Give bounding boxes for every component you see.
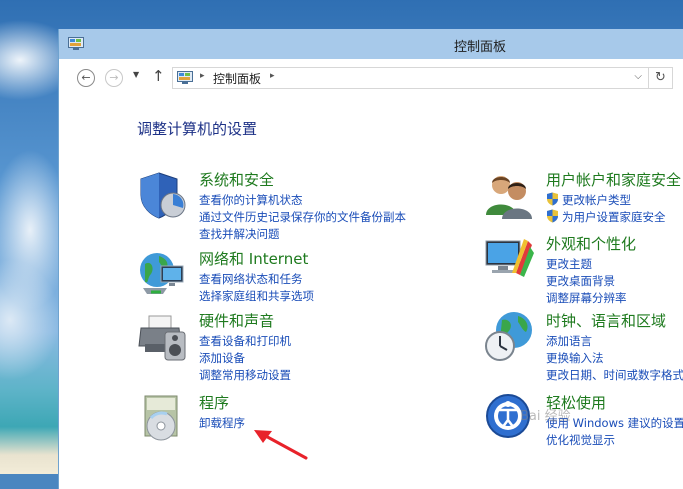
window-title: 控制面板 <box>454 40 507 55</box>
printer-speaker-icon <box>138 315 186 361</box>
link-file-history-backup[interactable]: 通过文件历史记录保存你的文件备份副本 <box>199 209 406 226</box>
back-button[interactable]: ← <box>77 69 95 87</box>
category-title[interactable]: 用户帐户和家庭安全 <box>546 169 681 190</box>
link-screen-resolution[interactable]: 调整屏幕分辨率 <box>546 290 627 307</box>
uac-shield-icon <box>547 192 558 206</box>
link-mobility-settings[interactable]: 调整常用移动设置 <box>199 367 291 384</box>
control-panel-icon <box>177 71 193 84</box>
refresh-button[interactable]: ↻ <box>649 67 673 89</box>
link-label[interactable]: 为用户设置家庭安全 <box>562 210 666 224</box>
link-date-time-format[interactable]: 更改日期、时间或数字格式 <box>546 367 683 384</box>
address-dropdown-icon[interactable]: ⌵ <box>634 71 642 82</box>
system-security-icon <box>140 172 186 219</box>
up-button[interactable]: ↑ <box>152 67 165 85</box>
link-family-safety[interactable]: 为用户设置家庭安全 <box>546 209 666 226</box>
content-area: 调整计算机的设置 系统和安全 查看你的计算机状态 通过文件历史记录保存你的文件备… <box>59 95 683 489</box>
recent-locations-button[interactable]: ▼ <box>133 70 139 79</box>
category-title[interactable]: 网络和 Internet <box>199 248 308 269</box>
programs-disc-icon <box>144 395 178 441</box>
users-icon <box>486 176 532 219</box>
breadcrumb-control-panel[interactable]: 控制面板 <box>213 70 261 87</box>
link-change-theme[interactable]: 更改主题 <box>546 256 627 273</box>
control-panel-window: 控制面板 ← → ▼ ↑ ▸ 控制面板 ▸ ⌵ ↻ 调整计算机的设置 系统和安全… <box>58 29 683 489</box>
clock-globe-icon <box>485 312 532 361</box>
page-title: 调整计算机的设置 <box>137 120 258 138</box>
category-title[interactable]: 时钟、语言和区域 <box>546 310 666 331</box>
category-title[interactable]: 系统和安全 <box>199 169 274 190</box>
address-bar[interactable]: ▸ 控制面板 ▸ ⌵ <box>172 67 649 89</box>
link-change-account-type[interactable]: 更改帐户类型 <box>546 192 666 209</box>
link-homegroup-sharing[interactable]: 选择家庭组和共享选项 <box>199 288 314 305</box>
link-change-input-method[interactable]: 更换输入法 <box>546 350 683 367</box>
link-devices-printers[interactable]: 查看设备和打印机 <box>199 333 291 350</box>
link-view-computer-status[interactable]: 查看你的计算机状态 <box>199 192 406 209</box>
forward-button[interactable]: → <box>105 69 123 87</box>
breadcrumb-separator-icon[interactable]: ▸ <box>270 71 275 81</box>
uac-shield-icon <box>547 209 558 223</box>
network-globe-icon <box>140 253 184 294</box>
breadcrumb-separator-icon[interactable]: ▸ <box>200 71 205 81</box>
link-desktop-background[interactable]: 更改桌面背景 <box>546 273 627 290</box>
control-panel-icon <box>68 37 84 50</box>
link-uninstall-program[interactable]: 卸载程序 <box>199 415 245 432</box>
link-network-status[interactable]: 查看网络状态和任务 <box>199 271 314 288</box>
link-add-language[interactable]: 添加语言 <box>546 333 683 350</box>
category-title[interactable]: 外观和个性化 <box>546 233 636 254</box>
watermark: Bai 经验 <box>520 409 571 424</box>
category-title[interactable]: 程序 <box>199 392 229 413</box>
appearance-monitor-icon <box>485 239 534 277</box>
annotation-arrow-icon <box>254 430 308 460</box>
title-bar[interactable]: 控制面板 <box>59 29 683 59</box>
navigation-bar: ← → ▼ ↑ ▸ 控制面板 ▸ ⌵ ↻ <box>59 59 683 95</box>
link-optimize-visual-display[interactable]: 优化视觉显示 <box>546 432 683 449</box>
link-label[interactable]: 更改帐户类型 <box>562 193 631 207</box>
category-title[interactable]: 硬件和声音 <box>199 310 274 331</box>
link-add-device[interactable]: 添加设备 <box>199 350 291 367</box>
link-troubleshoot[interactable]: 查找并解决问题 <box>199 226 406 243</box>
